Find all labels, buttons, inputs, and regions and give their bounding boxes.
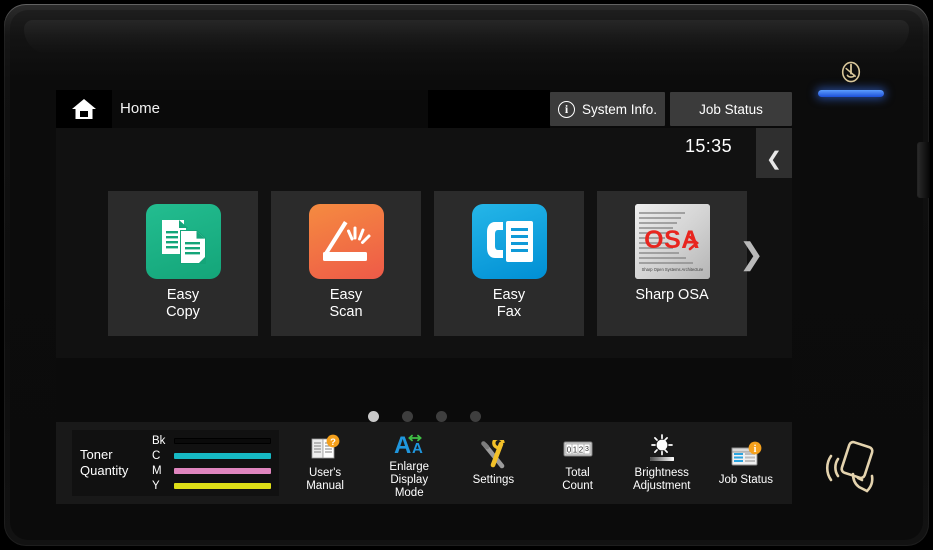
shortcut-label: Brightness Adjustment	[632, 467, 691, 492]
toner-key: M	[152, 464, 162, 477]
toner-bars: Bk C M Y	[152, 433, 271, 493]
nfc-reader-area[interactable]	[809, 434, 905, 498]
tools-wrench-screwdriver-icon	[476, 436, 510, 472]
job-status-label: Job Status	[699, 101, 763, 117]
toner-key: Y	[152, 479, 160, 492]
toner-quantity-panel[interactable]: Toner Quantity Bk C M Y	[72, 430, 279, 496]
tile-easy-fax[interactable]: Easy Fax	[434, 191, 584, 336]
job-status-window-icon: i	[729, 440, 763, 472]
power-area	[809, 60, 893, 97]
sharp-osa-logo: OSA Sharp Open Systems Architecture	[634, 204, 710, 279]
copy-documents-icon	[145, 204, 221, 279]
toner-key: C	[152, 449, 161, 462]
job-status-button[interactable]: Job Status	[670, 92, 792, 126]
shortcut-label: Job Status	[718, 473, 774, 486]
home-button[interactable]	[56, 90, 112, 128]
manual-book-help-icon: ?	[308, 433, 342, 465]
svg-text:?: ?	[330, 437, 336, 448]
tile-easy-scan[interactable]: Easy Scan	[271, 191, 421, 336]
page-dot-3[interactable]	[435, 410, 447, 422]
osa-logo-text: OSA	[644, 226, 700, 254]
toner-level-bar-y	[174, 482, 271, 489]
device-side-button[interactable]	[918, 142, 930, 198]
shortcut-label: Total Count	[562, 467, 593, 492]
touchscreen-panel: Home i System Info. Job Status 15:35 ❮ E…	[56, 90, 792, 504]
system-info-label: System Info.	[581, 101, 658, 117]
shortcut-users-manual[interactable]: ? User's Manual	[286, 433, 364, 493]
enlarge-text-icon: A A	[392, 427, 426, 459]
counter-icon: 0 1 2 3	[561, 433, 595, 465]
toner-row-c: C	[152, 448, 271, 463]
tile-sharp-osa[interactable]: OSA Sharp Open Systems Architecture Shar…	[597, 191, 747, 336]
toner-quantity-label: Toner Quantity	[80, 447, 129, 478]
shortcut-total-count[interactable]: 0 1 2 3 Total Count	[539, 433, 617, 493]
svg-text:1: 1	[572, 446, 577, 455]
svg-text:A: A	[412, 440, 423, 457]
shortcut-settings[interactable]: Settings	[454, 436, 532, 487]
brightness-sun-icon	[645, 433, 679, 465]
bezel-highlight	[24, 20, 909, 54]
toner-level-bar-bk	[174, 437, 271, 444]
app-tiles-area: Easy Copy Easy Scan Easy Fax OSA Sharp O…	[56, 178, 792, 358]
next-page-button[interactable]: ❯	[739, 240, 764, 270]
chevron-right-icon: ❯	[738, 238, 764, 271]
svg-text:2: 2	[578, 446, 583, 455]
clock-display: 15:35	[684, 136, 732, 156]
chevron-left-icon: ❮	[766, 148, 782, 170]
info-circle-icon: i	[557, 100, 575, 118]
toner-row-m: M	[152, 463, 271, 478]
toner-level-bar-c	[174, 452, 271, 459]
fax-phone-icon	[471, 204, 547, 279]
shortcut-brightness-adjustment[interactable]: Brightness Adjustment	[623, 433, 701, 493]
clock-row: 15:35 ❮	[56, 128, 792, 190]
svg-text:A: A	[394, 432, 411, 459]
osa-logo-subtitle: Sharp Open Systems Architecture	[641, 267, 703, 272]
shortcut-buttons: ? User's Manual A A Enlarge Display Mode…	[279, 427, 792, 500]
power-button-icon[interactable]	[839, 60, 863, 84]
toner-level-bar-m	[174, 467, 271, 474]
bottom-toolbar: Toner Quantity Bk C M Y ? User's Manual …	[56, 422, 792, 504]
shortcut-label: Settings	[472, 473, 515, 486]
page-title: Home	[120, 100, 161, 117]
nfc-card-reader-icon	[825, 440, 874, 493]
shortcut-job-status[interactable]: i Job Status	[707, 440, 785, 487]
shortcut-enlarge-display-mode[interactable]: A A Enlarge Display Mode	[370, 427, 448, 500]
home-icon	[72, 99, 96, 119]
tile-label: Easy Fax	[492, 287, 526, 320]
tile-label: Easy Scan	[329, 287, 363, 320]
tile-label: Sharp OSA	[635, 287, 709, 303]
shortcut-label: Enlarge Display Mode	[389, 460, 430, 499]
status-led-indicator	[818, 90, 884, 97]
page-dot-2[interactable]	[401, 410, 413, 422]
toner-row-bk: Bk	[152, 433, 271, 448]
scanner-icon	[308, 204, 384, 279]
header-spacer	[428, 90, 550, 128]
page-dot-1[interactable]	[367, 410, 379, 422]
svg-text:0: 0	[566, 446, 571, 455]
shortcut-label: User's Manual	[306, 467, 344, 492]
mfp-device-shell: Home i System Info. Job Status 15:35 ❮ E…	[4, 4, 930, 546]
tile-easy-copy[interactable]: Easy Copy	[108, 191, 258, 336]
svg-text:i: i	[753, 444, 756, 455]
system-info-button[interactable]: i System Info.	[550, 92, 665, 126]
toner-key: Bk	[152, 434, 166, 447]
tile-label: Easy Copy	[166, 287, 200, 320]
app-tiles-row: Easy Copy Easy Scan Easy Fax OSA Sharp O…	[108, 191, 747, 336]
svg-text:3: 3	[585, 446, 589, 453]
screen-header: Home i System Info. Job Status	[56, 90, 792, 128]
page-dot-4[interactable]	[469, 410, 481, 422]
toner-row-y: Y	[152, 478, 271, 493]
